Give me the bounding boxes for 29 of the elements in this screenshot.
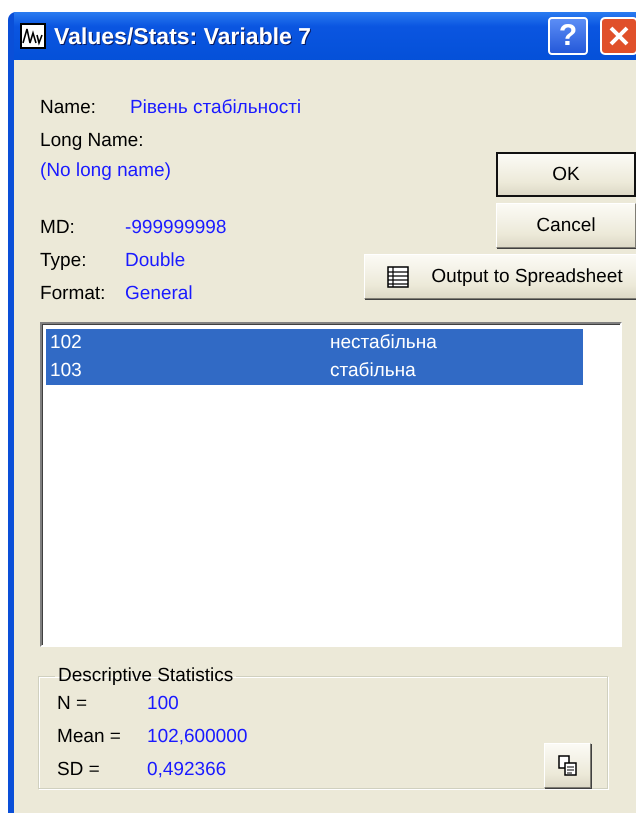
field-label: Type: [40,250,88,272]
window-title: Values/Stats: Variable 7 [54,22,312,50]
stat-value: 102,600000 [147,726,248,748]
stat-label: SD = [57,758,101,780]
stat-value: 0,492366 [147,758,226,780]
app-icon [20,23,46,49]
stat-label: N = [57,692,88,714]
copy-button[interactable] [544,743,591,788]
field-label: Format: [40,282,106,305]
field-label: Long Name: [40,130,144,152]
output-button[interactable]: Output to Spreadsheet [364,254,636,299]
stat-label: Mean = [57,726,122,748]
list-item[interactable]: 103 стабільна [46,357,583,385]
field-value: General [125,282,193,305]
field-label: MD: [40,216,76,239]
group-title: Descriptive Statistics [57,665,234,687]
list-item[interactable]: 102 нестабільна [46,329,583,357]
spreadsheet-icon [387,266,410,288]
field-label: Name: [40,97,97,120]
field-value: -999999998 [125,216,226,239]
ok-button[interactable]: OK [496,152,636,197]
close-icon[interactable] [600,17,636,55]
field-value: Double [125,250,186,272]
copy-icon [558,754,578,776]
stat-value: 100 [147,692,179,714]
field-value: (No long name) [40,160,171,182]
help-button[interactable]: ? [548,17,588,55]
cancel-button[interactable]: Cancel [496,203,636,248]
field-value: Рівень стабільності [130,97,302,120]
